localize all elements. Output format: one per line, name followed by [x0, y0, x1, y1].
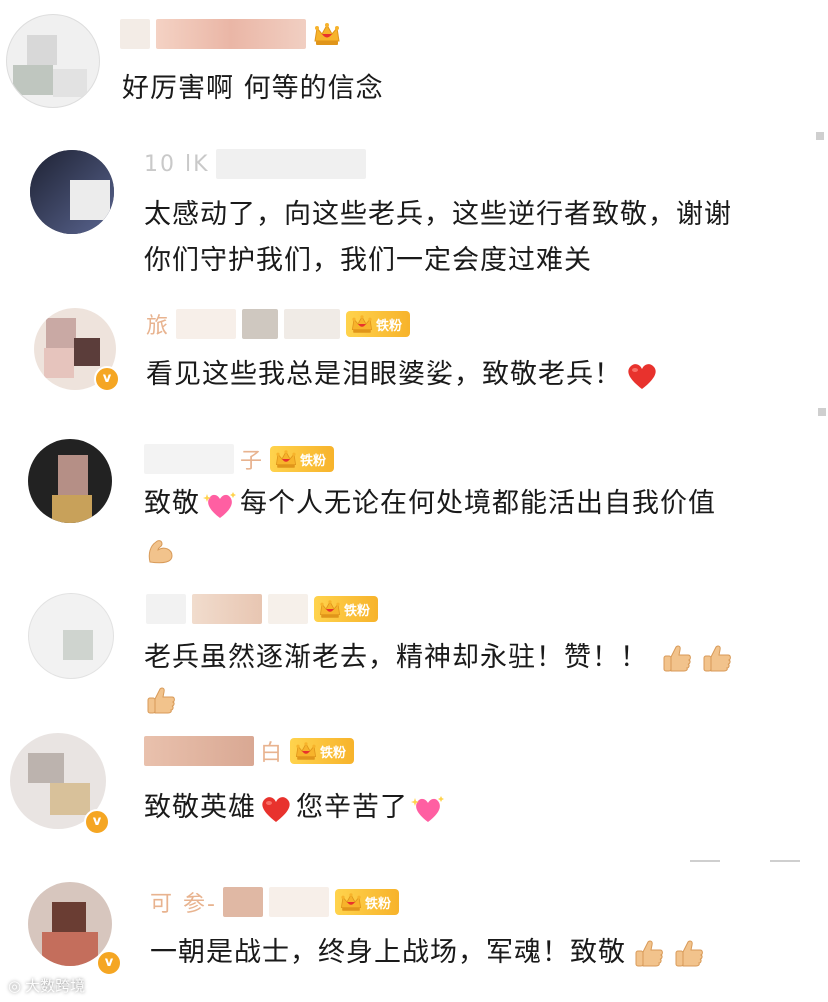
red-heart-icon	[259, 792, 293, 826]
username[interactable]: 铁粉	[146, 591, 379, 627]
fan-badge: 铁粉	[314, 596, 379, 622]
thumbs-up-icon	[660, 642, 694, 676]
comment-text: 看见这些我总是泪眼婆娑，致敬老兵！	[146, 352, 662, 398]
verified-badge-icon: v	[94, 366, 120, 392]
crown-icon	[274, 447, 298, 471]
username[interactable]	[120, 16, 342, 52]
comment-item: v 旅 铁粉 看见这些我总是泪眼婆娑，致敬老兵！	[0, 290, 828, 416]
crown-icon	[339, 890, 363, 914]
username[interactable]: 可 参- 铁粉	[150, 884, 399, 920]
crown-icon	[350, 312, 374, 336]
avatar[interactable]	[6, 14, 100, 108]
verified-badge-icon: v	[96, 950, 122, 976]
sparkling-heart-icon	[203, 488, 237, 522]
fan-badge: 铁粉	[334, 889, 399, 915]
comment-text: 好厉害啊 何等的信念	[122, 73, 384, 104]
fan-badge: 铁粉	[346, 311, 411, 337]
username[interactable]: 子 铁粉	[144, 441, 335, 477]
red-heart-icon	[625, 359, 659, 393]
crown-icon	[294, 739, 318, 763]
avatar[interactable]	[30, 150, 114, 234]
comment-item: 好厉害啊 何等的信念	[0, 0, 828, 130]
comment-item: 子 铁粉 致敬 每个人无论在何处境都能活出自我价值	[0, 415, 828, 585]
username[interactable]: 旅 铁粉	[146, 306, 411, 342]
comment-text: 老兵虽然逐渐老去，精神却永驻！赞！！	[144, 635, 737, 681]
comment-text: 一朝是战士，终身上战场，军魂！致敬	[150, 930, 709, 976]
logo-icon: ◎	[8, 976, 22, 995]
thumbs-up-icon	[632, 937, 666, 971]
comment-text: 你们守护我们，我们一定会度过难关	[144, 245, 592, 276]
avatar[interactable]	[28, 593, 114, 679]
verified-badge-icon: v	[84, 809, 110, 835]
comment-text: 太感动了，向这些老兵，这些逆行者致敬，谢谢	[144, 199, 732, 230]
thumbs-up-icon	[700, 642, 734, 676]
comment-item: v 白 铁粉 致敬英雄 您辛苦了	[0, 725, 828, 860]
comment-text: 致敬英雄 您辛苦了	[144, 785, 448, 831]
avatar[interactable]	[28, 439, 112, 523]
comment-item: 铁粉 老兵虽然逐渐老去，精神却永驻！赞！！	[0, 585, 828, 725]
thumbs-up-icon	[144, 684, 178, 718]
flexed-biceps-icon	[144, 534, 178, 568]
fan-badge: 铁粉	[290, 738, 355, 764]
fan-badge: 铁粉	[270, 446, 335, 472]
comment-item: 10 lK 太感动了，向这些老兵，这些逆行者致敬，谢谢 你们守护我们，我们一定会…	[0, 130, 828, 290]
thumbs-up-icon	[672, 937, 706, 971]
crown-icon	[318, 597, 342, 621]
username[interactable]: 白 铁粉	[144, 733, 355, 769]
comment-item: v 可 参- 铁粉 一朝是战士，终身上战场，军魂！致敬	[0, 860, 828, 1002]
comment-text: 致敬 每个人无论在何处境都能活出自我价值	[144, 481, 716, 527]
crown-icon	[312, 19, 342, 49]
sparkling-heart-icon	[411, 792, 445, 826]
username[interactable]: 10 lK	[144, 146, 366, 182]
watermark: ◎ 大数跨境	[8, 976, 86, 996]
